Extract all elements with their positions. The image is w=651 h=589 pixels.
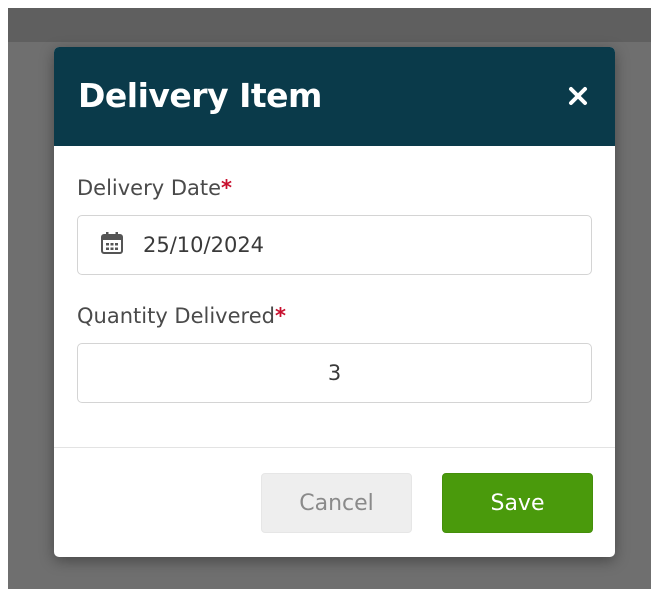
dialog-title: Delivery Item (78, 76, 322, 115)
delivery-date-input[interactable] (143, 216, 573, 274)
quantity-delivered-label: Quantity Delivered* (77, 303, 286, 329)
background-toolbar (8, 8, 651, 42)
calendar-icon (101, 232, 123, 254)
delivery-date-field[interactable] (77, 215, 592, 275)
quantity-delivered-input[interactable] (88, 344, 581, 402)
delivery-date-label: Delivery Date* (77, 175, 232, 201)
delivery-item-dialog: Delivery Item Delivery Date* Quantity De… (54, 47, 615, 557)
quantity-delivered-field[interactable] (77, 343, 592, 403)
footer-divider (54, 447, 615, 448)
quantity-delivered-label-text: Quantity Delivered (77, 304, 275, 328)
close-button[interactable] (562, 80, 594, 112)
cancel-button[interactable]: Cancel (261, 473, 412, 533)
required-marker: * (274, 304, 286, 328)
dialog-header: Delivery Item (54, 47, 615, 146)
delivery-date-label-text: Delivery Date (77, 176, 222, 200)
save-button[interactable]: Save (442, 473, 593, 533)
close-icon (569, 87, 587, 105)
required-marker: * (221, 176, 233, 200)
